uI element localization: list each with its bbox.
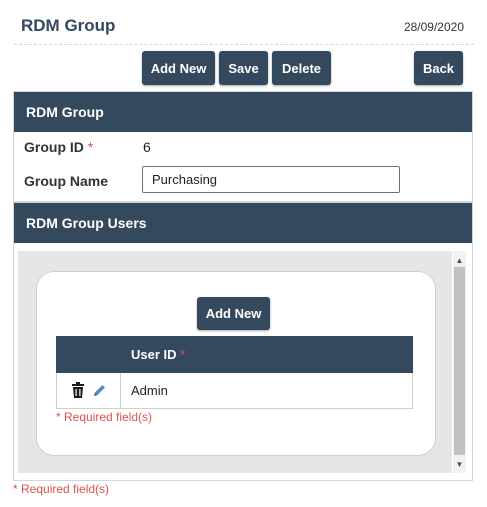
delete-button[interactable]: Delete	[272, 51, 331, 85]
group-id-label-text: Group ID	[24, 139, 84, 155]
trash-icon[interactable]	[71, 382, 85, 398]
scroll-thumb[interactable]	[454, 267, 465, 455]
date-label: 28/09/2020	[403, 20, 464, 34]
footer-required-note: * Required field(s)	[13, 482, 110, 496]
user-id-column-header[interactable]: User ID *	[131, 347, 185, 362]
add-user-button[interactable]: Add New	[197, 297, 270, 330]
group-panel-header: RDM Group	[14, 92, 472, 132]
back-button[interactable]: Back	[414, 51, 463, 85]
group-name-label: Group Name	[24, 173, 109, 189]
users-grid-header: User ID *	[56, 336, 413, 373]
add-new-button[interactable]: Add New	[142, 51, 215, 85]
table-row: Admin	[56, 373, 413, 409]
save-button[interactable]: Save	[219, 51, 268, 85]
required-asterisk: *	[87, 139, 94, 155]
users-panel-header: RDM Group Users	[14, 203, 472, 243]
user-id-cell[interactable]: Admin	[131, 383, 168, 398]
header-divider	[14, 44, 474, 45]
group-id-label: Group ID *	[24, 139, 93, 155]
pencil-icon[interactable]	[92, 383, 107, 398]
vertical-scrollbar[interactable]: ▲ ▼	[453, 251, 466, 473]
user-id-header-text: User ID	[131, 347, 177, 362]
group-name-field[interactable]	[142, 166, 400, 193]
users-required-note: * Required field(s)	[56, 410, 153, 424]
group-id-value: 6	[143, 139, 151, 155]
grid-divider	[120, 373, 121, 408]
page-title: RDM Group	[21, 16, 116, 35]
scroll-up-icon[interactable]: ▲	[453, 253, 466, 267]
required-asterisk: *	[180, 347, 186, 362]
scroll-down-icon[interactable]: ▼	[453, 457, 466, 471]
